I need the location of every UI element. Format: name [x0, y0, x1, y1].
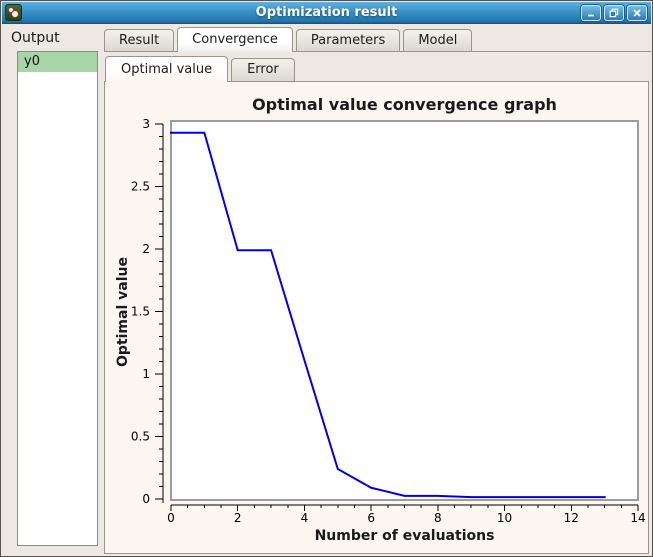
svg-text:1.5: 1.5 [131, 305, 150, 319]
result-notebook: Result Convergence Parameters Model Opti… [104, 24, 651, 555]
svg-text:4: 4 [301, 511, 309, 525]
maximize-button[interactable] [604, 5, 624, 21]
close-button[interactable] [627, 5, 647, 21]
minimize-button[interactable] [581, 5, 601, 21]
svg-text:2: 2 [142, 242, 150, 256]
svg-text:6: 6 [367, 511, 375, 525]
tab-convergence[interactable]: Convergence [177, 27, 293, 52]
svg-text:0.5: 0.5 [131, 430, 150, 444]
window-controls [581, 5, 647, 21]
sub-tabbar: Optimal value Error [104, 53, 651, 81]
svg-text:Number of evaluations: Number of evaluations [315, 528, 495, 544]
tab-error[interactable]: Error [231, 58, 295, 81]
svg-text:10: 10 [497, 511, 512, 525]
output-panel: Output y0 [2, 24, 103, 555]
svg-text:8: 8 [434, 511, 442, 525]
tab-optimal-value[interactable]: Optimal value [105, 56, 228, 82]
tab-parameters[interactable]: Parameters [296, 29, 400, 51]
output-list[interactable]: y0 [17, 51, 98, 546]
convergence-chart: 0 0.5 1 1.5 2 2.5 3 0 2 4 6 8 10 12 14 Optimal value co… [105, 82, 648, 555]
svg-text:0: 0 [142, 492, 150, 506]
svg-text:12: 12 [564, 511, 579, 525]
tab-model[interactable]: Model [403, 29, 472, 51]
svg-text:1: 1 [142, 367, 150, 381]
minimize-icon [586, 8, 596, 18]
svg-text:Optimal value: Optimal value [115, 257, 131, 367]
svg-text:Optimal value convergence grap: Optimal value convergence graph [252, 95, 557, 114]
main-tabbar: Result Convergence Parameters Model [104, 28, 651, 52]
titlebar[interactable]: Optimization result [2, 2, 651, 24]
svg-text:2: 2 [234, 511, 242, 525]
list-item-y0[interactable]: y0 [18, 52, 97, 72]
tab-result[interactable]: Result [104, 29, 174, 51]
svg-text:3: 3 [142, 117, 150, 131]
optimization-result-window: Optimization result Output [0, 0, 653, 557]
window-title: Optimization result [2, 5, 651, 20]
svg-text:0: 0 [167, 511, 175, 525]
svg-text:2.5: 2.5 [131, 180, 150, 194]
convergence-panel: 0 0.5 1 1.5 2 2.5 3 0 2 4 6 8 10 12 14 Optimal value co… [104, 81, 649, 554]
maximize-icon [609, 8, 619, 18]
svg-text:14: 14 [630, 511, 645, 525]
output-header: Output [11, 30, 103, 46]
close-icon [632, 8, 642, 18]
